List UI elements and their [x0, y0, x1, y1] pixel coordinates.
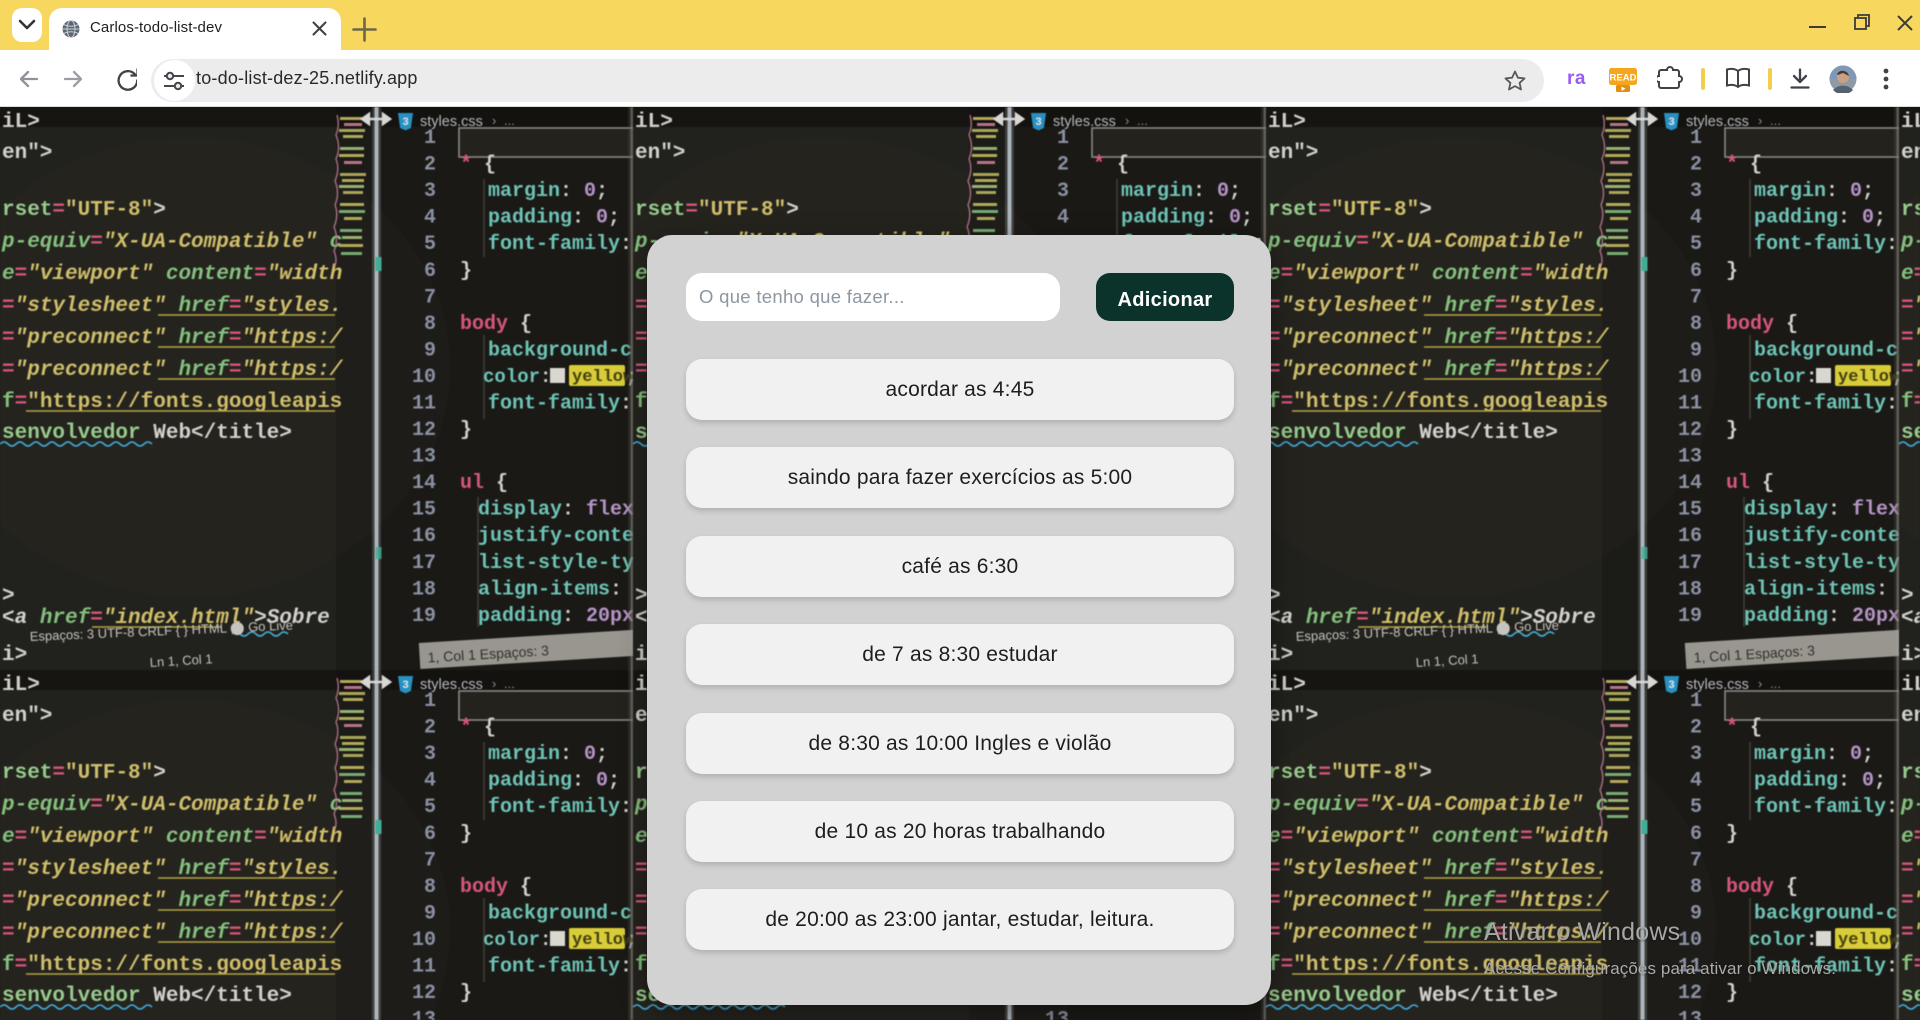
- svg-text:READ: READ: [1610, 73, 1637, 84]
